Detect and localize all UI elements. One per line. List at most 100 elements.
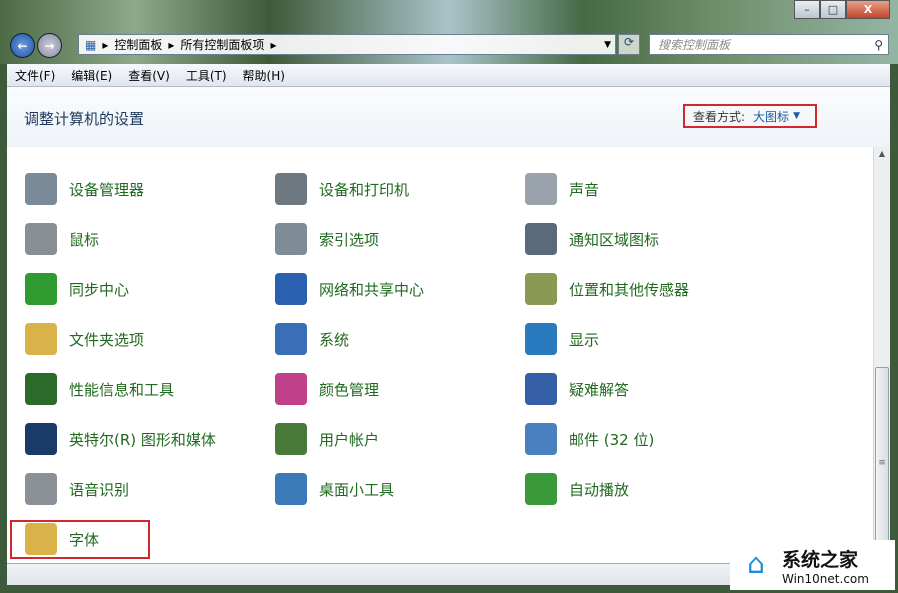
monitor-icon — [525, 323, 557, 355]
breadcrumb-all-items[interactable]: 所有控制面板项 — [180, 36, 264, 53]
forward-button[interactable]: → — [37, 33, 62, 58]
item-label: 同步中心 — [69, 280, 130, 299]
scroll-up-arrow[interactable]: ▲ — [874, 149, 890, 158]
address-dropdown-icon[interactable]: ▼ — [604, 40, 611, 50]
control-panel-item[interactable]: 位置和其他传感器 — [525, 269, 689, 309]
autoplay-icon — [525, 473, 557, 505]
item-label: 设备管理器 — [69, 180, 145, 199]
control-panel-item[interactable]: 英特尔(R) 图形和媒体 — [25, 419, 216, 459]
control-panel-item[interactable]: 性能信息和工具 — [25, 369, 174, 409]
menu-bar: 文件(F) 编辑(E) 查看(V) 工具(T) 帮助(H) — [7, 64, 890, 87]
item-label: 设备和打印机 — [319, 180, 410, 199]
breadcrumb-separator: ▸ — [168, 37, 175, 52]
chevron-down-icon: ▼ — [793, 111, 800, 121]
minimize-button[interactable]: – — [794, 0, 820, 19]
users-icon — [275, 423, 307, 455]
mouse-icon — [25, 223, 57, 255]
control-panel-item[interactable]: 通知区域图标 — [525, 219, 659, 259]
item-label: 网络和共享中心 — [319, 280, 425, 299]
control-panel-item[interactable]: 索引选项 — [275, 219, 379, 259]
menu-tools[interactable]: 工具(T) — [186, 67, 227, 84]
menu-edit[interactable]: 编辑(E) — [71, 67, 112, 84]
troubleshoot-icon — [525, 373, 557, 405]
content-pane: 调整计算机的设置 查看方式: 大图标 ▼ 设备管理器 设备和打印机 声音鼠标 索引选项… — [7, 87, 890, 563]
page-title: 调整计算机的设置 — [24, 110, 145, 128]
speaker-icon — [525, 173, 557, 205]
item-label: 索引选项 — [319, 230, 380, 249]
control-panel-item[interactable]: 系统 — [275, 319, 349, 359]
watermark: ⌂ 系统之家 Win10net.com — [730, 540, 895, 590]
control-panel-item[interactable]: 邮件 (32 位) — [525, 419, 654, 459]
item-label: 英特尔(R) 图形和媒体 — [69, 430, 216, 449]
address-bar[interactable]: ▦ ▸ 控制面板 ▸ 所有控制面板项 ▸ ▼ — [78, 34, 616, 55]
gadgets-icon — [275, 473, 307, 505]
control-panel-item[interactable]: 声音 — [525, 169, 599, 209]
control-panel-icon: ▦ — [85, 37, 97, 52]
computer-icon — [275, 323, 307, 355]
network-icon — [275, 273, 307, 305]
sync-icon — [25, 273, 57, 305]
item-label: 用户帐户 — [319, 430, 380, 449]
item-label: 位置和其他传感器 — [569, 280, 690, 299]
maximize-button[interactable]: □ — [820, 0, 846, 19]
device-manager-icon — [25, 173, 57, 205]
control-panel-item[interactable]: 设备管理器 — [25, 169, 144, 209]
control-panel-item[interactable]: 颜色管理 — [275, 369, 379, 409]
color-management-icon — [275, 373, 307, 405]
folder-icon — [25, 323, 57, 355]
mail-icon — [525, 423, 557, 455]
control-panel-item[interactable]: 网络和共享中心 — [275, 269, 424, 309]
scrollbar-thumb[interactable]: ≡ — [875, 367, 889, 557]
item-label: 邮件 (32 位) — [569, 430, 655, 449]
control-panel-item[interactable]: 文件夹选项 — [25, 319, 144, 359]
watermark-house-logo: ⌂ — [747, 547, 765, 580]
item-label: 自动播放 — [569, 480, 630, 499]
item-label: 鼠标 — [69, 230, 100, 249]
menu-file[interactable]: 文件(F) — [15, 67, 55, 84]
item-label: 文件夹选项 — [69, 330, 145, 349]
intel-graphics-icon — [25, 423, 57, 455]
fonts-highlight-box — [10, 520, 150, 559]
control-panel-item[interactable]: 语音识别 — [25, 469, 129, 509]
control-panel-item[interactable]: 疑难解答 — [525, 369, 629, 409]
search-placeholder: 搜索控制面板 — [658, 38, 731, 52]
watermark-url: Win10net.com — [782, 571, 869, 586]
refresh-button[interactable]: ⟳ — [618, 34, 640, 55]
control-panel-item[interactable]: 鼠标 — [25, 219, 99, 259]
breadcrumb-control-panel[interactable]: 控制面板 — [114, 36, 162, 53]
item-label: 声音 — [569, 180, 600, 199]
control-panel-item[interactable]: 用户帐户 — [275, 419, 379, 459]
watermark-name: 系统之家 — [782, 548, 859, 571]
menu-help[interactable]: 帮助(H) — [243, 67, 285, 84]
search-icon[interactable]: ⚲ — [874, 38, 883, 52]
performance-icon — [25, 373, 57, 405]
breadcrumb-separator: ▸ — [102, 37, 109, 52]
control-panel-item[interactable]: 自动播放 — [525, 469, 629, 509]
vertical-scrollbar[interactable]: ▲ ≡ — [873, 147, 890, 563]
breadcrumb-separator: ▸ — [270, 37, 277, 52]
taskbar-icon — [525, 223, 557, 255]
item-label: 疑难解答 — [569, 380, 630, 399]
search-input[interactable]: 搜索控制面板 ⚲ — [649, 34, 889, 55]
item-label: 语音识别 — [69, 480, 130, 499]
close-button[interactable]: X — [846, 0, 890, 19]
microphone-icon — [25, 473, 57, 505]
control-panel-item[interactable]: 同步中心 — [25, 269, 129, 309]
control-panel-item[interactable]: 显示 — [525, 319, 599, 359]
navigation-buttons: ← → — [10, 33, 62, 58]
window-controls: – □ X — [794, 0, 890, 19]
back-button[interactable]: ← — [10, 33, 35, 58]
item-label: 显示 — [569, 330, 600, 349]
menu-view[interactable]: 查看(V) — [128, 67, 170, 84]
control-panel-item[interactable]: 桌面小工具 — [275, 469, 394, 509]
sensor-icon — [525, 273, 557, 305]
magnifier-icon — [275, 223, 307, 255]
view-by-value[interactable]: 大图标 — [753, 108, 789, 125]
item-label: 通知区域图标 — [569, 230, 660, 249]
view-by-label: 查看方式: — [693, 109, 746, 124]
item-label: 性能信息和工具 — [69, 380, 175, 399]
item-label: 桌面小工具 — [319, 480, 395, 499]
item-label: 系统 — [319, 330, 350, 349]
control-panel-item[interactable]: 设备和打印机 — [275, 169, 409, 209]
view-by-selector[interactable]: 查看方式: 大图标 ▼ — [683, 104, 817, 128]
